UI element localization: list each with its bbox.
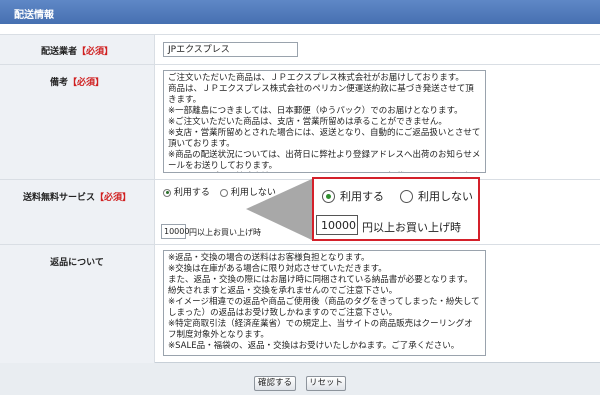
radio-not-use-label: 利用しない <box>230 188 276 198</box>
carrier-label-text: 配送業者 <box>40 47 77 57</box>
threshold-field[interactable]: 10000 <box>161 224 189 239</box>
threshold-suffix: 円以上お買い上げ時 <box>189 228 261 237</box>
carrier-field[interactable]: JPエクスプレス <box>163 42 298 57</box>
free-shipping-row: 送料無料サービス【必須】 利用する 利用しない 10000 円以上お買い上げ時 <box>0 180 600 245</box>
carrier-label: 配送業者【必須】 <box>0 35 155 64</box>
reset-button[interactable]: リセット <box>306 376 346 391</box>
free-shipping-label-text: 送料無料サービス <box>22 193 95 203</box>
radio-unselected-icon <box>400 189 413 203</box>
returns-textarea[interactable]: ※返品・交換の場合の送料はお客様負担となります。 ※交換は在庫がある場合に限り対… <box>163 250 486 356</box>
zoom-radio-not-use-label: 利用しない <box>418 190 473 203</box>
returns-label: 返品について <box>0 245 155 363</box>
returns-row: 返品について ※返品・交換の場合の送料はお客様負担となります。 ※交換は在庫があ… <box>0 245 600 363</box>
required-marker: 【必須】 <box>77 47 114 57</box>
required-marker: 【必須】 <box>68 78 105 88</box>
section-header: 配送情報 <box>0 0 600 24</box>
carrier-row: 配送業者【必須】 JPエクスプレス <box>0 34 600 65</box>
zoom-radio-use[interactable]: 利用する <box>322 188 384 204</box>
section-title: 配送情報 <box>14 10 54 21</box>
radio-use-label: 利用する <box>173 188 210 198</box>
radio-use[interactable]: 利用する <box>163 185 210 198</box>
form-panel: 配送業者【必須】 JPエクスプレス 備考【必須】 ご注文いただいた商品は、ＪＰエ… <box>0 24 600 363</box>
radio-unselected-icon <box>220 188 228 197</box>
zoom-radio-not-use[interactable]: 利用しない <box>400 188 473 204</box>
free-shipping-label: 送料無料サービス【必須】 <box>0 180 155 244</box>
notes-label-text: 備考 <box>49 78 68 88</box>
radio-selected-icon <box>322 189 335 203</box>
zoom-highlight: 利用する 利用しない 10000 円以上お買い上げ時 <box>312 177 480 241</box>
radio-not-use[interactable]: 利用しない <box>220 185 276 198</box>
returns-label-text: 返品について <box>50 258 104 268</box>
radio-selected-icon <box>163 188 171 197</box>
required-marker: 【必須】 <box>95 193 132 203</box>
confirm-button[interactable]: 確認する <box>254 376 296 391</box>
notes-row: 備考【必須】 ご注文いただいた商品は、ＪＰエクスプレス株式会社がお届けしておりま… <box>0 65 600 180</box>
zoom-threshold-suffix: 円以上お買い上げ時 <box>362 221 461 234</box>
zoom-radio-use-label: 利用する <box>340 190 384 203</box>
notes-textarea[interactable]: ご注文いただいた商品は、ＪＰエクスプレス株式会社がお届けしております。 商品は、… <box>163 70 486 173</box>
zoom-threshold-field[interactable]: 10000 <box>316 215 358 235</box>
notes-label: 備考【必須】 <box>0 65 155 179</box>
